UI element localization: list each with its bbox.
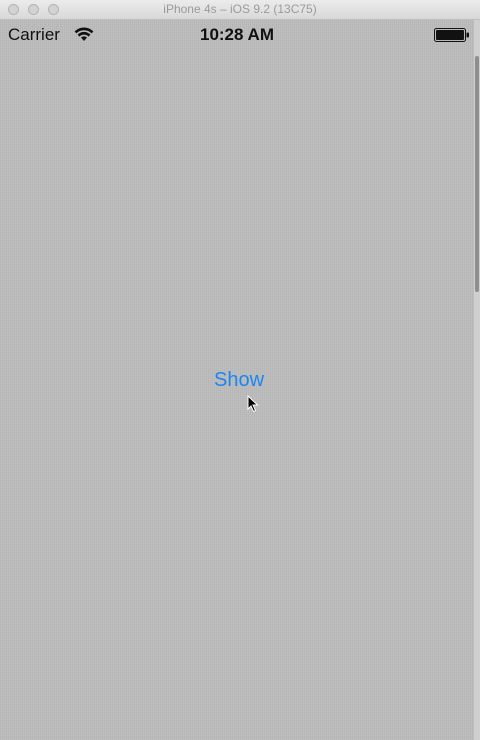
window-title: iPhone 4s – iOS 9.2 (13C75) xyxy=(163,2,317,16)
battery-icon xyxy=(434,28,469,42)
mouse-cursor-icon xyxy=(247,395,259,413)
show-button[interactable]: Show xyxy=(205,366,273,394)
window-titlebar: iPhone 4s – iOS 9.2 (13C75) xyxy=(0,0,480,20)
device-screen: Carrier 10:28 AM Show xyxy=(0,20,474,740)
status-bar: Carrier 10:28 AM xyxy=(0,20,474,50)
status-time: 10:28 AM xyxy=(199,25,274,44)
simulator-window: iPhone 4s – iOS 9.2 (13C75) Carrier 10:2… xyxy=(0,0,480,740)
scrollbar-thumb[interactable] xyxy=(475,56,479,292)
